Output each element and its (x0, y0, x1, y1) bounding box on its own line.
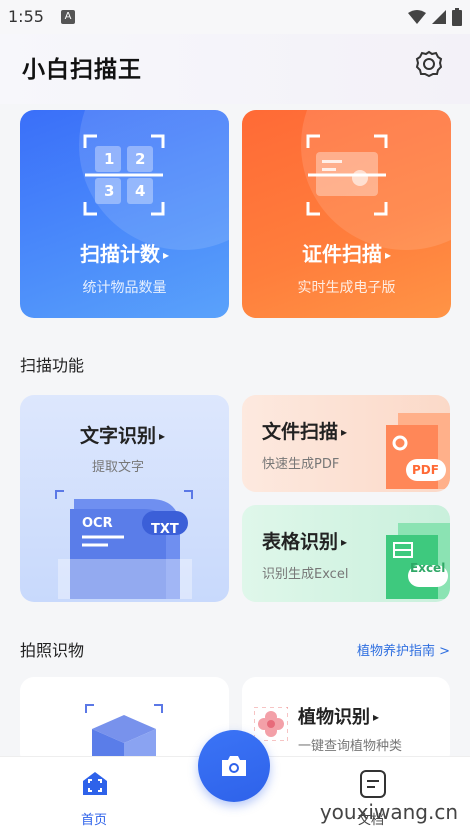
table-recognition-title: 表格识别 (262, 531, 339, 553)
status-bar: 1:55 A (0, 0, 470, 34)
card-title-wrap: 植物识别 ▸ (298, 703, 379, 729)
object-recognition-card[interactable] (20, 677, 229, 767)
flower-icon (254, 707, 288, 741)
file-scan-title: 文件扫描 (262, 421, 339, 443)
id-scan-title: 证件扫描 (301, 242, 382, 266)
camera-button[interactable] (198, 730, 270, 802)
pdf-file-icon (386, 413, 450, 489)
notification-a-icon: A (61, 10, 75, 24)
ocr-subtitle: 提取文字 (92, 460, 145, 475)
camera-icon (222, 756, 246, 776)
scan-count-title: 扫描计数 (79, 242, 160, 266)
arrow-right-icon: ▸ (373, 710, 380, 724)
file-scan-subtitle: 快速生成PDF (262, 457, 340, 472)
ocr-document-icon (55, 490, 193, 599)
document-icon[interactable] (359, 769, 387, 799)
id-card-icon (306, 134, 388, 216)
txt-badge: TXT (151, 522, 179, 537)
arrow-right-icon: ▸ (384, 248, 392, 262)
scan-count-card[interactable]: 1 2 3 4 扫描计数 ▸ 统计物品数量 (20, 110, 229, 318)
plant-guide-link[interactable]: 植物养护指南 > (357, 640, 450, 659)
id-scan-subtitle: 实时生成电子版 (297, 280, 396, 296)
watermark-text: youxiwang.cn (319, 800, 458, 824)
gear-icon[interactable] (414, 49, 444, 79)
arrow-right-icon: ▸ (341, 535, 348, 549)
grid-cell-3: 3 (104, 182, 115, 200)
battery-icon (452, 8, 462, 26)
table-recognition-card[interactable]: 表格识别 ▸ 识别生成Excel Excel (242, 505, 450, 602)
card-title-wrap: 扫描计数 ▸ (20, 238, 229, 267)
signal-icon (432, 10, 446, 24)
app-title: 小白扫描王 (22, 57, 142, 83)
scan-count-subtitle: 统计物品数量 (82, 280, 167, 296)
status-icons (408, 8, 462, 26)
card-title-wrap: 表格识别 ▸ (262, 527, 347, 554)
arrow-right-icon: ▸ (162, 248, 170, 262)
plant-recognition-title: 植物识别 (298, 707, 370, 728)
card-title-wrap: 文字识别 ▸ (80, 421, 165, 448)
arrow-right-icon: ▸ (159, 429, 166, 443)
tab-home[interactable]: 首页 (81, 809, 107, 828)
plant-recognition-subtitle: 一键查询植物种类 (298, 739, 403, 754)
grid-cell-1: 1 (104, 150, 115, 168)
id-scan-card[interactable]: 证件扫描 ▸ 实时生成电子版 (242, 110, 451, 318)
ocr-title: 文字识别 (80, 425, 157, 447)
excel-badge: Excel (410, 561, 446, 575)
wifi-icon (408, 10, 426, 24)
ocr-badge: OCR (82, 516, 113, 531)
section-title-photo-recognition: 拍照识物 (20, 641, 85, 660)
file-scan-card[interactable]: 文件扫描 ▸ 快速生成PDF PDF (242, 395, 450, 492)
arrow-right-icon: ▸ (341, 425, 348, 439)
status-time: 1:55 (8, 7, 44, 26)
card-title-wrap: 文件扫描 ▸ (262, 417, 347, 444)
table-recognition-subtitle: 识别生成Excel (262, 567, 349, 582)
home-scan-icon[interactable] (80, 769, 110, 799)
ocr-card[interactable]: 文字识别 ▸ 提取文字 OCR TXT (20, 395, 229, 602)
count-grid-icon (83, 134, 165, 216)
grid-cell-4: 4 (135, 182, 146, 200)
grid-cell-2: 2 (135, 150, 146, 168)
plant-recognition-card[interactable]: 植物识别 ▸ 一键查询植物种类 (242, 677, 450, 767)
pdf-badge: PDF (412, 463, 439, 477)
section-title-scan-features: 扫描功能 (20, 356, 85, 375)
card-title-wrap: 证件扫描 ▸ (242, 238, 451, 267)
